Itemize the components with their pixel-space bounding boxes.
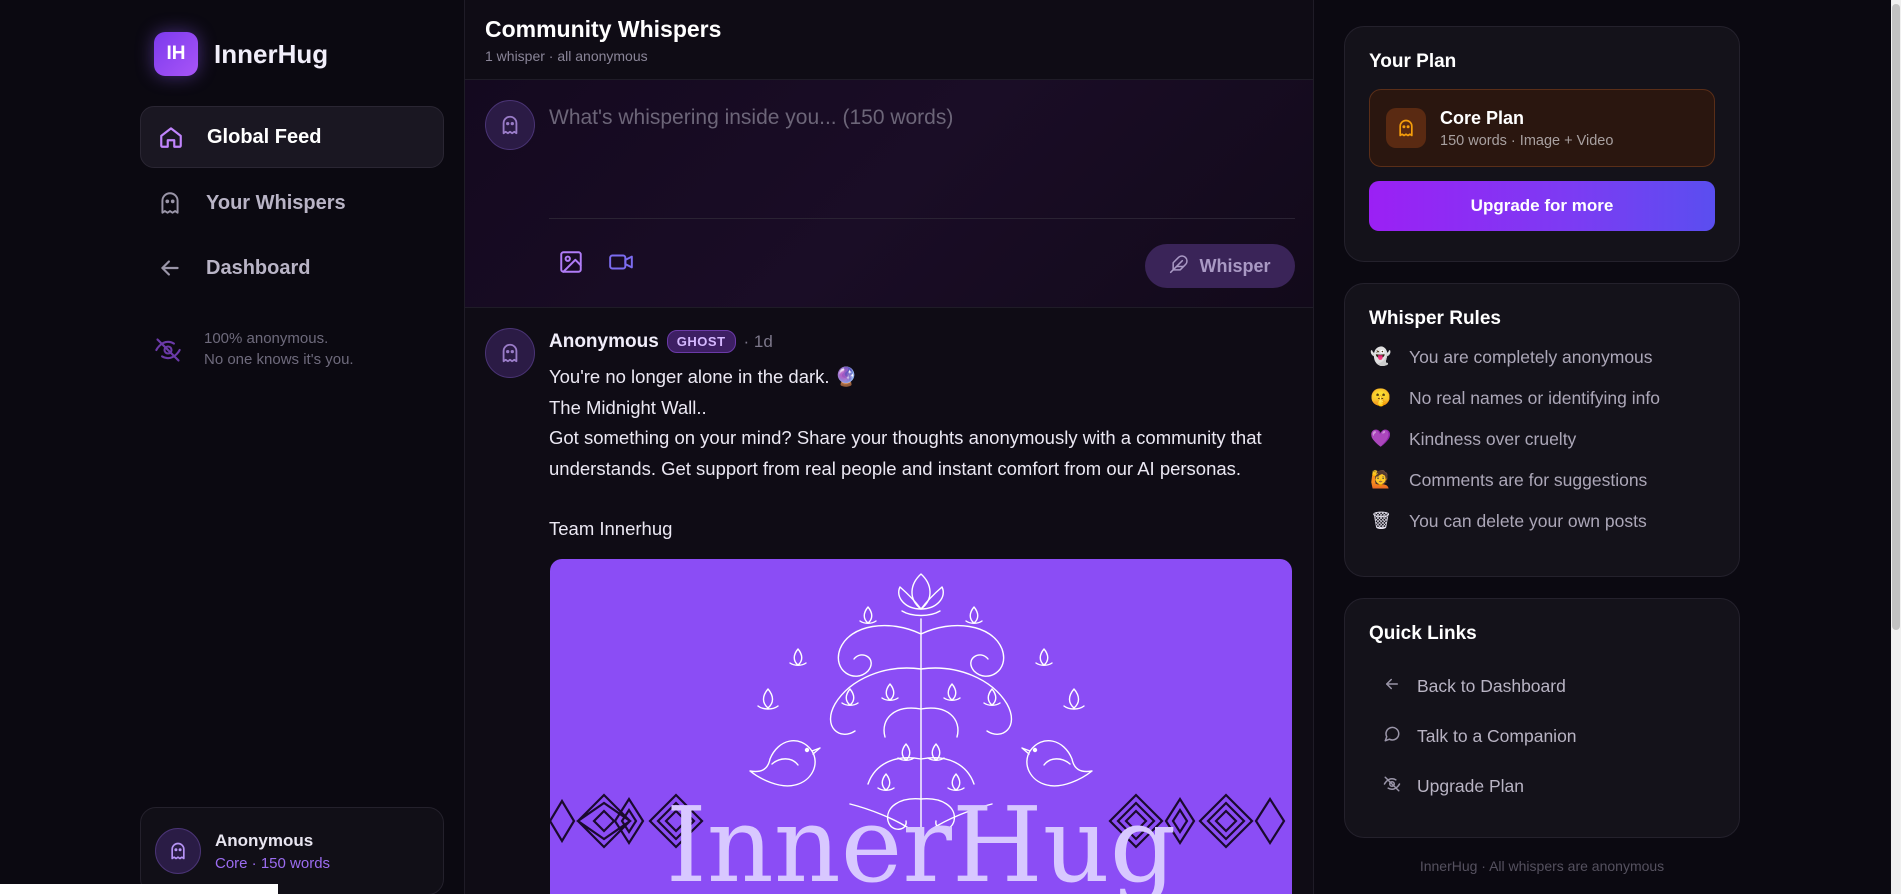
anon-note-line2: No one knows it's you.	[204, 351, 354, 368]
user-name: Anonymous	[215, 830, 314, 850]
post-header: Anonymous GHOST · 1d	[549, 330, 773, 353]
feed-column: Community Whispers 1 whisper · all anony…	[464, 0, 1314, 894]
right-sidebar: Your Plan Core Plan 150 words · Image + …	[1314, 0, 1901, 894]
post-line: understands. Get support from real peopl…	[549, 457, 1242, 479]
whisper-submit-button[interactable]: Whisper	[1145, 244, 1295, 288]
brand[interactable]: IH InnerHug	[154, 32, 328, 76]
eye-off-icon	[154, 336, 182, 370]
nav-label: Dashboard	[206, 256, 311, 279]
user-card[interactable]: Anonymous Core · 150 words	[140, 807, 444, 894]
quick-link-label: Back to Dashboard	[1417, 675, 1566, 696]
plan-description: 150 words · Image + Video	[1440, 132, 1614, 149]
quick-links-title: Quick Links	[1369, 623, 1477, 644]
whisper-label: Whisper	[1199, 255, 1271, 276]
current-plan-card: Core Plan 150 words · Image + Video	[1369, 89, 1715, 167]
quick-link-label: Talk to a Companion	[1417, 725, 1577, 746]
image-icon	[558, 249, 584, 280]
raised-hand-emoji-icon: 🙋	[1370, 470, 1392, 489]
brand-logo: IH	[154, 32, 198, 76]
arrow-left-icon	[156, 254, 184, 282]
chat-bubble-icon	[1383, 725, 1401, 748]
scrollbar-thumb[interactable]	[1892, 4, 1900, 630]
eye-off-icon	[1383, 775, 1401, 798]
innerhug-artwork: InnerHug	[550, 573, 1286, 894]
post-avatar	[485, 328, 535, 378]
page-subtitle: 1 whisper · all anonymous	[485, 48, 648, 64]
feather-icon	[1169, 254, 1189, 279]
purple-heart-icon: 💜	[1370, 429, 1392, 448]
post-author: Anonymous	[549, 330, 659, 352]
post-body: You're no longer alone in the dark. 🔮 Th…	[549, 362, 1299, 545]
post-line: Got something on your mind? Share your t…	[549, 427, 1262, 448]
anonymity-note: 100% anonymous. No one knows it's you.	[154, 328, 354, 370]
nav-item-dashboard[interactable]: Dashboard	[140, 237, 444, 299]
nav-item-global-feed[interactable]: Global Feed	[140, 106, 444, 168]
trash-can-icon: 🗑	[1370, 511, 1392, 530]
rule-text: Comments are for suggestions	[1409, 469, 1648, 490]
plan-panel: Your Plan Core Plan 150 words · Image + …	[1344, 26, 1740, 262]
quick-link-talk-to-companion[interactable]: Talk to a Companion	[1369, 711, 1715, 761]
quick-links-panel: Quick Links Back to Dashboard Talk to a …	[1344, 598, 1740, 838]
upgrade-button[interactable]: Upgrade for more	[1369, 181, 1715, 231]
rule-item: 🤫 No real names or identifying info	[1369, 386, 1715, 410]
post-line: The Midnight Wall..	[549, 396, 707, 418]
plan-name: Core Plan	[1440, 107, 1525, 128]
rule-item: 🗑 You can delete your own posts	[1369, 509, 1715, 533]
user-plan: Core · 150 words	[215, 854, 331, 872]
home-icon	[157, 123, 185, 151]
status-badge: GHOST	[666, 330, 736, 353]
anon-note-line1: 100% anonymous.	[204, 330, 329, 347]
quick-link-label: Upgrade Plan	[1417, 775, 1525, 796]
rule-item: 👻 You are completely anonymous	[1369, 345, 1715, 369]
post-line: You're no longer alone in the dark. 🔮	[549, 366, 858, 387]
shush-emoji-icon: 🤫	[1370, 388, 1392, 407]
composer-divider	[549, 218, 1295, 219]
footer-note: InnerHug · All whispers are anonymous	[1419, 858, 1665, 874]
page-title: Community Whispers	[485, 16, 722, 42]
quick-link-upgrade-plan[interactable]: Upgrade Plan	[1369, 761, 1715, 811]
rule-item: 🙋 Comments are for suggestions	[1369, 468, 1715, 492]
rule-text: Kindness over cruelty	[1409, 428, 1577, 449]
post-timestamp: · 1d	[743, 331, 773, 351]
composer-avatar	[485, 100, 535, 150]
post-image[interactable]: InnerHug	[550, 559, 1292, 894]
ghost-icon	[156, 189, 184, 217]
rules-panel: Whisper Rules 👻 You are completely anony…	[1344, 283, 1740, 577]
brand-name: InnerHug	[214, 38, 329, 69]
quick-link-back-to-dashboard[interactable]: Back to Dashboard	[1369, 661, 1715, 711]
nav-item-your-whispers[interactable]: Your Whispers	[140, 172, 444, 234]
feed-header: Community Whispers 1 whisper · all anony…	[465, 0, 1313, 80]
nav-label: Your Whispers	[206, 191, 346, 214]
plan-panel-title: Your Plan	[1369, 51, 1457, 72]
ghost-icon	[1386, 108, 1426, 148]
rule-text: No real names or identifying info	[1409, 387, 1660, 408]
rule-item: 💜 Kindness over cruelty	[1369, 427, 1715, 451]
whisper-input[interactable]: What's whispering inside you... (150 wor…	[549, 106, 953, 130]
nav-label: Global Feed	[207, 125, 322, 148]
sidebar: IH InnerHug Global Feed Your Whispers Da…	[0, 0, 464, 894]
arrow-left-icon	[1383, 675, 1401, 698]
rules-panel-title: Whisper Rules	[1369, 308, 1501, 329]
rule-text: You can delete your own posts	[1409, 510, 1647, 531]
attach-video-button[interactable]	[605, 248, 637, 280]
composer: What's whispering inside you... (150 wor…	[465, 80, 1313, 308]
video-icon	[608, 249, 634, 280]
artwork-logotype: InnerHug	[666, 784, 1177, 894]
rule-text: You are completely anonymous	[1409, 346, 1653, 367]
attach-image-button[interactable]	[555, 248, 587, 280]
status-tooltip	[0, 884, 278, 894]
avatar	[155, 828, 201, 874]
post-signature: Team Innerhug	[549, 518, 673, 539]
ghost-emoji-icon: 👻	[1370, 347, 1392, 366]
